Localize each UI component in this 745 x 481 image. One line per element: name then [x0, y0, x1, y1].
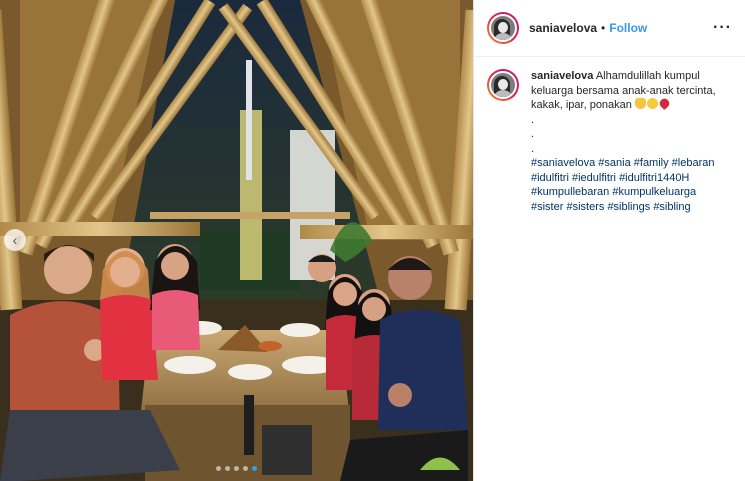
- post-photo[interactable]: ‹: [0, 0, 473, 481]
- hashtag-link[interactable]: #sibling: [653, 201, 690, 213]
- hashtag-link[interactable]: #kumpullebaran: [531, 186, 609, 198]
- caption-dot-line: .: [531, 113, 535, 126]
- header-username[interactable]: saniavelova: [529, 21, 597, 35]
- carousel-dot: [234, 466, 239, 471]
- profile-avatar[interactable]: [487, 12, 519, 44]
- previous-slide-button[interactable]: ‹: [4, 229, 26, 251]
- family-dinner-photo: [0, 0, 473, 481]
- caption-text: saniavelova Alhamdulillah kumpul keluarg…: [531, 69, 731, 214]
- carousel-dot: [225, 466, 230, 471]
- caption-username[interactable]: saniavelova: [531, 70, 593, 82]
- more-options-icon[interactable]: ···: [713, 19, 732, 37]
- carousel-dot: [216, 466, 221, 471]
- hashtag-link[interactable]: #sania: [598, 157, 630, 169]
- instagram-post: ‹ saniavelova • Follow ··· saniavelova A…: [0, 0, 745, 481]
- carousel-indicator: [0, 466, 473, 471]
- header-separator: •: [601, 21, 606, 35]
- carousel-dot: [243, 466, 248, 471]
- hashtag-link[interactable]: #saniavelova: [531, 157, 595, 169]
- post-header: saniavelova • Follow ···: [474, 0, 745, 57]
- post-caption: saniavelova Alhamdulillah kumpul keluarg…: [487, 69, 737, 214]
- hashtag-link[interactable]: #sisters: [566, 201, 604, 213]
- folded-hands-icon: [634, 98, 646, 109]
- carousel-dot-active: [252, 466, 257, 471]
- hashtag-link[interactable]: #idulfitri: [531, 172, 569, 184]
- hashtag-link[interactable]: #siblings: [607, 201, 650, 213]
- hashtag-link[interactable]: #idulfitri1440H: [619, 172, 689, 184]
- hashtag-link[interactable]: #sister: [531, 201, 563, 213]
- hashtag-link[interactable]: #iedulfitri: [572, 172, 616, 184]
- caption-dot-line: .: [531, 128, 535, 140]
- hashtag-list: #saniavelova #sania #family #lebaran #id…: [531, 156, 731, 214]
- hashtag-link[interactable]: #lebaran: [672, 157, 715, 169]
- caption-avatar[interactable]: [487, 69, 519, 101]
- follow-button[interactable]: Follow: [609, 21, 647, 35]
- caption-dot-line: .: [531, 142, 535, 155]
- smiling-face-icon: [646, 98, 658, 109]
- hashtag-link[interactable]: #family: [634, 157, 669, 169]
- hashtag-link[interactable]: #kumpulkeluarga: [612, 186, 696, 198]
- post-side-panel: saniavelova • Follow ··· saniavelova Alh…: [474, 0, 745, 481]
- red-heart-icon: [657, 96, 672, 111]
